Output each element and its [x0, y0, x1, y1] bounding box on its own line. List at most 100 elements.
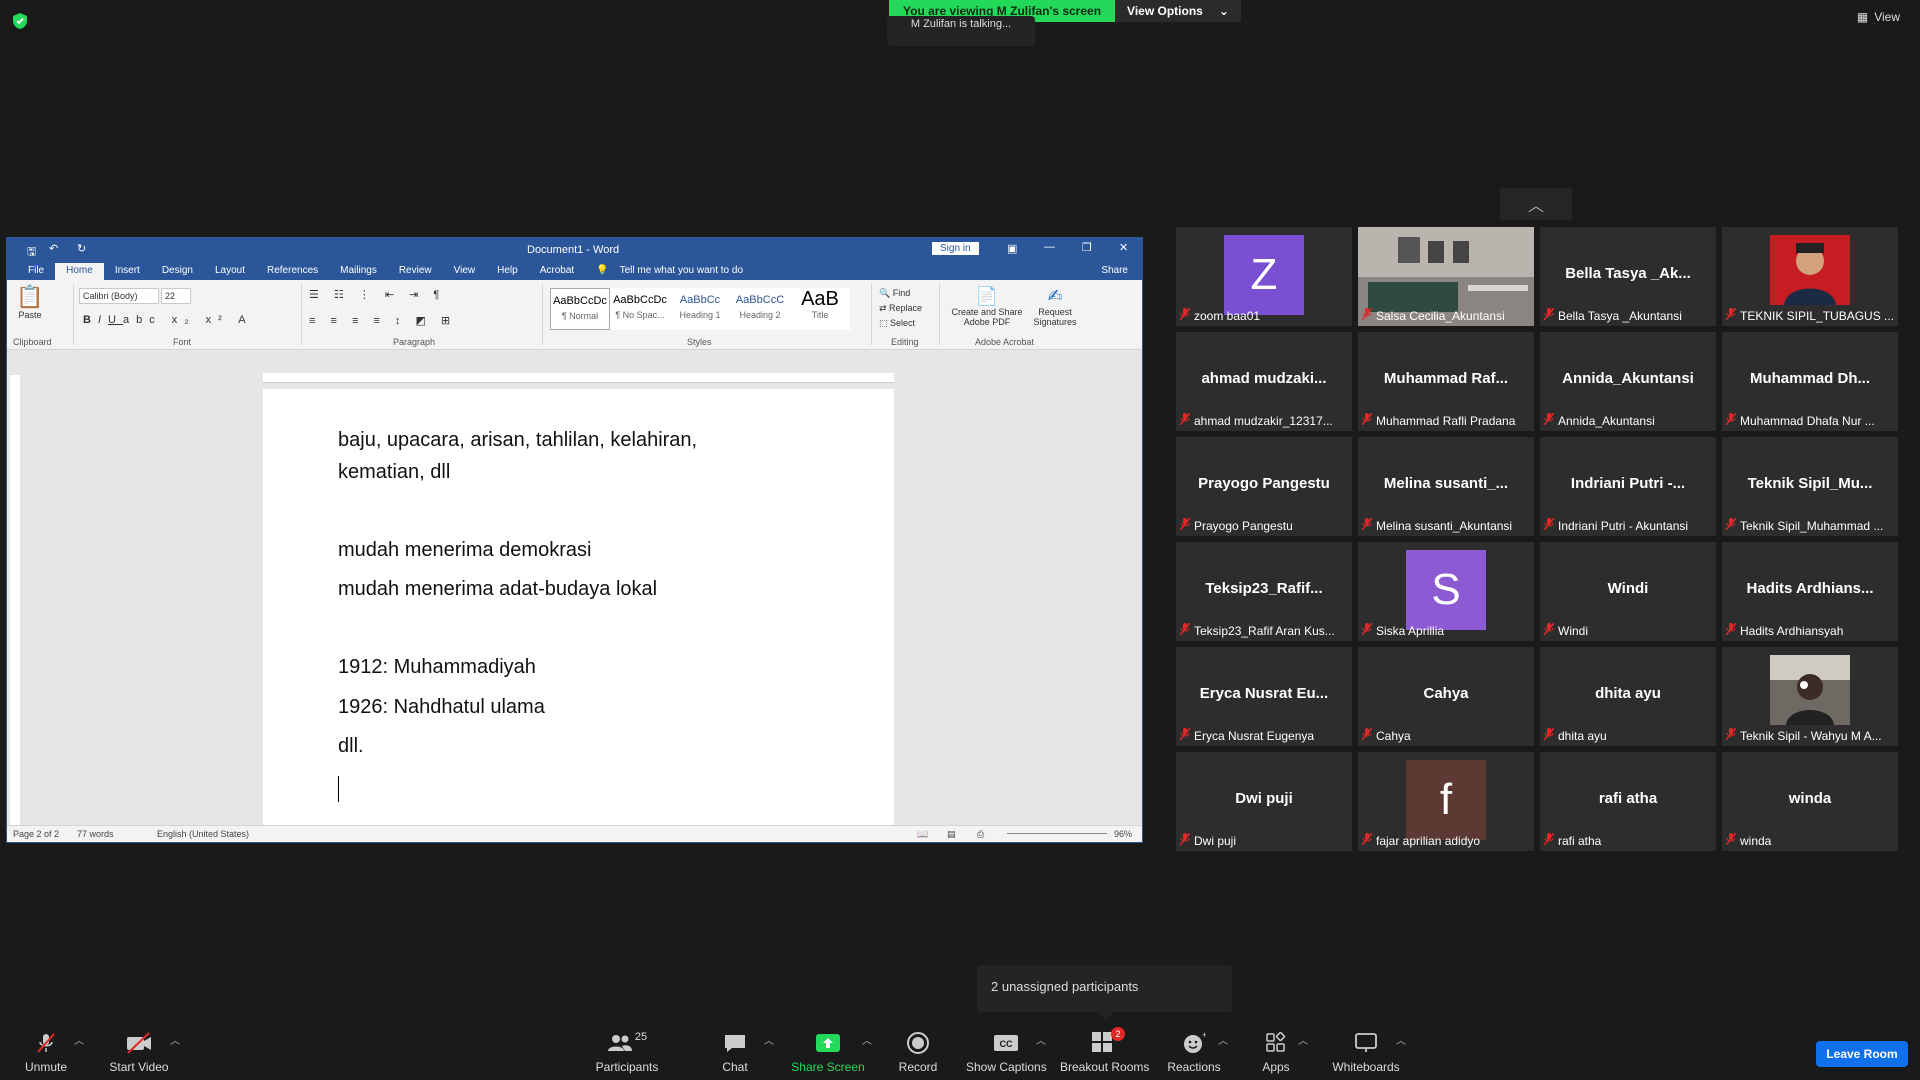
participant-tile[interactable]: winda winda [1722, 752, 1898, 851]
select-button[interactable]: ⬚ Select [879, 316, 922, 331]
read-mode-icon[interactable]: 📖 [917, 829, 928, 840]
tab-file[interactable]: File [17, 263, 55, 280]
tab-view[interactable]: View [443, 263, 487, 280]
participant-tile[interactable]: Cahya Cahya [1358, 647, 1534, 746]
zoom-slider[interactable] [1007, 833, 1107, 834]
participant-tile[interactable]: TEKNIK SIPIL_TUBAGUS ... [1722, 227, 1898, 326]
participant-tile[interactable]: S Siska Aprillia [1358, 542, 1534, 641]
participant-tile[interactable]: Salsa Cecilia_Akuntansi [1358, 227, 1534, 326]
sign-in-button[interactable]: Sign in [932, 242, 979, 255]
apps-options-caret[interactable]: ︿ [1298, 1032, 1308, 1047]
share-button[interactable]: Share [1090, 263, 1142, 280]
participant-tile[interactable]: Teknik Sipil - Wahyu M A... [1722, 647, 1898, 746]
participant-display-name: Dwi puji [1235, 790, 1293, 807]
gallery-scroll-up-button[interactable]: ︿ [1500, 188, 1572, 220]
tab-acrobat[interactable]: Acrobat [529, 263, 585, 280]
leave-room-button[interactable]: Leave Room [1816, 1041, 1908, 1067]
save-icon[interactable]: 🖫 [27, 243, 36, 262]
participant-tile[interactable]: rafi atha rafi atha [1540, 752, 1716, 851]
participant-tile[interactable]: Hadits Ardhians... Hadits Ardhiansyah [1722, 542, 1898, 641]
tab-review[interactable]: Review [388, 263, 443, 280]
tab-mailings[interactable]: Mailings [329, 263, 388, 280]
share-screen-button[interactable]: Share Screen [790, 1030, 866, 1074]
style-heading2[interactable]: AaBbCcC Heading 2 [730, 288, 790, 330]
participant-name: Melina susanti_Akuntansi [1376, 518, 1513, 533]
unmute-button[interactable]: Unmute [20, 1030, 72, 1074]
participant-tile[interactable]: Zzoom baa01 [1176, 227, 1352, 326]
style-title[interactable]: AaB Title [790, 288, 850, 330]
tab-insert[interactable]: Insert [104, 263, 151, 280]
security-shield-icon[interactable] [12, 12, 28, 30]
undo-icon[interactable]: ↶ [49, 242, 58, 255]
captions-options-caret[interactable]: ︿ [1036, 1032, 1046, 1047]
font-size-select[interactable]: 22 [161, 288, 191, 304]
print-layout-icon[interactable]: ▤ [947, 829, 956, 840]
chat-options-caret[interactable]: ︿ [764, 1032, 774, 1047]
style-heading1[interactable]: AaBbCc Heading 1 [670, 288, 730, 330]
list-buttons[interactable]: ☰ ☷ ⋮ ⇤ ⇥ ¶ [309, 288, 445, 301]
view-options-button[interactable]: View Options ⌄ [1115, 0, 1241, 22]
document-page[interactable]: baju, upacara, arisan, tahlilan, kelahir… [263, 389, 894, 827]
close-icon[interactable]: ✕ [1119, 241, 1128, 254]
participant-name-label: Muhammad Rafli Pradana [1362, 413, 1530, 428]
participant-tile[interactable]: Teksip23_Rafif... Teksip23_Rafif Aran Kus… [1176, 542, 1352, 641]
style-no-spacing[interactable]: AaBbCcDc ¶ No Spac... [610, 288, 670, 330]
ribbon-display-icon[interactable]: ▣ [1007, 242, 1017, 255]
participant-tile[interactable]: Muhammad Raf... Muhammad Rafli Pradana [1358, 332, 1534, 431]
participants-button[interactable]: 25 Participants [592, 1030, 662, 1074]
whiteboards-button[interactable]: Whiteboards [1328, 1030, 1404, 1074]
participant-name-label: fajar aprilian adidyo [1362, 833, 1530, 848]
paragraph-group-label: Paragraph [393, 337, 436, 347]
tab-layout[interactable]: Layout [204, 263, 256, 280]
replace-button[interactable]: ⇄ Replace [879, 301, 922, 316]
apps-button[interactable]: Apps [1256, 1030, 1296, 1074]
audio-options-caret[interactable]: ︿ [74, 1032, 84, 1047]
record-button[interactable]: Record [894, 1030, 942, 1074]
participant-tile[interactable]: f fajar aprilian adidyo [1358, 752, 1534, 851]
participant-tile[interactable]: Prayogo Pangestu Prayogo Pangestu [1176, 437, 1352, 536]
web-layout-icon[interactable]: ⎙ [977, 829, 984, 840]
tab-references[interactable]: References [256, 263, 329, 280]
font-name-select[interactable]: Calibri (Body) [79, 288, 159, 304]
participant-tile[interactable]: Dwi puji Dwi puji [1176, 752, 1352, 851]
participant-tile[interactable]: ahmad mudzaki... ahmad mudzakir_12317... [1176, 332, 1352, 431]
participant-tile[interactable]: Eryca Nusrat Eu... Eryca Nusrat Eugenya [1176, 647, 1352, 746]
start-video-button[interactable]: Start Video [104, 1030, 174, 1074]
paste-label: Paste [18, 310, 42, 320]
participant-tile[interactable]: dhita ayu dhita ayu [1540, 647, 1716, 746]
style-normal[interactable]: AaBbCcDc ¶ Normal [550, 288, 610, 330]
tab-home[interactable]: Home [55, 263, 104, 280]
participant-tile[interactable]: Teknik Sipil_Mu... Teknik Sipil_Muhammad … [1722, 437, 1898, 536]
reactions-options-caret[interactable]: ︿ [1218, 1032, 1228, 1047]
participant-name: winda [1740, 833, 1772, 848]
participant-tile[interactable]: Windi Windi [1540, 542, 1716, 641]
participant-tile[interactable]: Muhammad Dh... Muhammad Dhafa Nur ... [1722, 332, 1898, 431]
participant-tile[interactable]: Melina susanti_... Melina susanti_Akuntan… [1358, 437, 1534, 536]
chat-button[interactable]: Chat [718, 1030, 752, 1074]
tab-help[interactable]: Help [486, 263, 529, 280]
request-signatures-button[interactable]: ✍ Request Signatures [1029, 286, 1081, 327]
doc-line: kematian, dll [338, 461, 451, 483]
share-options-caret[interactable]: ︿ [862, 1032, 872, 1047]
breakout-rooms-icon: 2 [1060, 1026, 1146, 1056]
video-options-caret[interactable]: ︿ [170, 1032, 180, 1047]
find-button[interactable]: 🔍 Find [879, 286, 922, 301]
show-captions-button[interactable]: CC Show Captions [966, 1030, 1047, 1074]
style-title-name: Title [811, 310, 829, 320]
redo-icon[interactable]: ↻ [77, 242, 86, 255]
whiteboards-options-caret[interactable]: ︿ [1396, 1032, 1406, 1047]
tab-design[interactable]: Design [151, 263, 204, 280]
font-format-buttons[interactable]: BIUabc x₂ x² A [83, 314, 253, 326]
paste-button[interactable]: 📋 Paste [15, 284, 45, 320]
participant-tile[interactable]: Indriani Putri -... Indriani Putri - Akun… [1540, 437, 1716, 536]
participant-tile[interactable]: Bella Tasya _Ak... Bella Tasya _Akuntansi [1540, 227, 1716, 326]
reactions-button[interactable]: + Reactions [1166, 1030, 1222, 1074]
participant-tile[interactable]: Annida_Akuntansi Annida_Akuntansi [1540, 332, 1716, 431]
view-button[interactable]: ▦ View [1857, 10, 1900, 24]
tell-me-search[interactable]: Tell me what you want to do [620, 263, 754, 280]
minimize-icon[interactable]: — [1044, 241, 1055, 253]
breakout-rooms-button[interactable]: 2 Breakout Rooms [1060, 1026, 1149, 1074]
create-pdf-button[interactable]: 📄 Create and Share Adobe PDF [947, 286, 1027, 327]
restore-icon[interactable]: ❐ [1082, 241, 1092, 254]
alignment-buttons[interactable]: ≡ ≡ ≡ ≡ ↕ ◩ ⊞ [309, 314, 456, 327]
